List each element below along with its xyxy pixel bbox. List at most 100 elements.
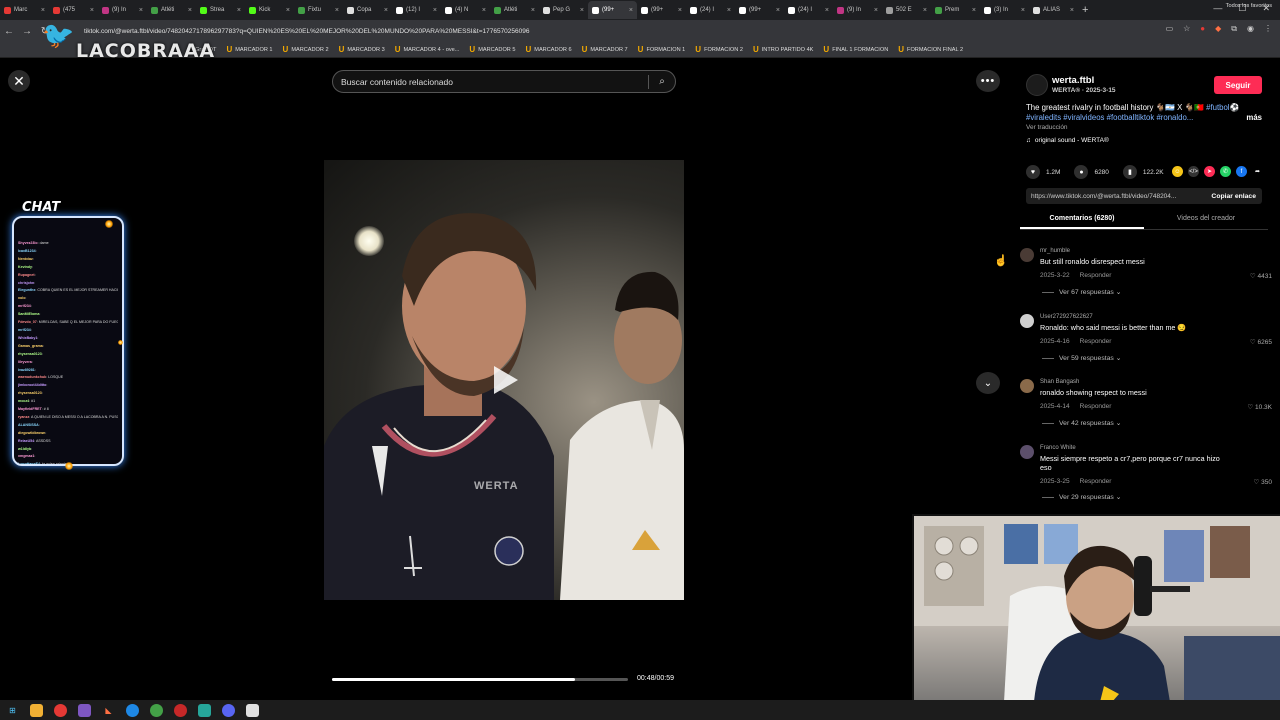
browser-tab[interactable]: (475 × — [49, 1, 98, 19]
browser-tab[interactable]: (9) In × — [833, 1, 882, 19]
comment-likes[interactable]: ♡ 350 — [1254, 478, 1273, 486]
app-icon[interactable] — [174, 703, 187, 717]
close-tab-icon[interactable]: × — [482, 7, 486, 14]
browser-tab[interactable]: (24) I × — [686, 1, 735, 19]
view-replies-button[interactable]: Ver 42 respuestas ⌄ — [1042, 419, 1121, 427]
close-tab-icon[interactable]: × — [629, 7, 633, 14]
close-tab-icon[interactable]: × — [433, 7, 437, 14]
browser-tab[interactable]: Kick × — [245, 1, 294, 19]
browser-tab[interactable]: 502 E × — [882, 1, 931, 19]
close-tab-icon[interactable]: × — [825, 7, 829, 14]
browser-tab[interactable]: Atléti × — [147, 1, 196, 19]
share-icon[interactable]: ➦ — [1252, 166, 1263, 177]
chrome-icon[interactable] — [54, 703, 67, 717]
close-tab-icon[interactable]: × — [286, 7, 290, 14]
bookmark-item[interactable]: U FORMACION 1 — [633, 45, 691, 54]
close-tab-icon[interactable]: × — [874, 7, 878, 14]
app-icon[interactable] — [198, 703, 211, 717]
bookmark-star-icon[interactable]: ☆ — [1183, 24, 1190, 34]
close-tab-icon[interactable]: × — [1070, 7, 1074, 14]
video-progress-bar[interactable] — [332, 678, 628, 681]
close-tab-icon[interactable]: × — [923, 7, 927, 14]
close-tab-icon[interactable]: × — [335, 7, 339, 14]
menu-icon[interactable]: ⋮ — [1264, 24, 1272, 34]
reply-button[interactable]: Responder — [1080, 478, 1112, 485]
minimize-icon[interactable]: — — [1213, 3, 1222, 14]
bookmark-item[interactable]: U FINAL 1 FORMACION — [818, 45, 893, 54]
whatsapp-icon[interactable]: ✆ — [1220, 166, 1231, 177]
bookmark-item[interactable]: U MARCADOR 6 — [521, 45, 577, 54]
commenter-avatar[interactable] — [1020, 248, 1034, 262]
browser-tab[interactable]: Copa × — [343, 1, 392, 19]
author-name[interactable]: werta.ftbl — [1052, 75, 1094, 86]
browser-tab[interactable]: (99+ × — [588, 1, 637, 19]
discord-icon[interactable] — [222, 703, 235, 717]
comment-likes[interactable]: ♡ 6265 — [1250, 338, 1272, 346]
close-tab-icon[interactable]: × — [139, 7, 143, 14]
heart-icon[interactable]: ♥ — [1026, 165, 1040, 179]
browser-tab[interactable]: Atléti × — [490, 1, 539, 19]
browser-tab[interactable]: Marc × — [0, 1, 49, 19]
app-icon[interactable] — [150, 703, 163, 717]
hashtag-link[interactable]: #futbol⚽ — [1206, 103, 1239, 112]
bookmark-item[interactable]: U MARCADOR 7 — [577, 45, 633, 54]
hashtag-links[interactable]: #viraledits #viralvideos #footballtiktok… — [1026, 113, 1193, 122]
bookmark-item[interactable]: U INTRO PARTIDO 4K — [748, 45, 818, 54]
browser-tab[interactable]: Pep G × — [539, 1, 588, 19]
follow-button[interactable]: Seguir — [1214, 76, 1262, 94]
bookmark-item[interactable]: U FORMACION 2 — [690, 45, 748, 54]
browser-tab[interactable]: (3) In × — [980, 1, 1029, 19]
bookmark-item[interactable]: U MARCADOR 1 — [221, 45, 277, 54]
forward-icon[interactable]: → — [18, 26, 36, 37]
browser-tab[interactable]: (99+ × — [637, 1, 686, 19]
app-icon[interactable] — [78, 703, 91, 717]
bookmark-icon[interactable]: ▮ — [1122, 165, 1137, 179]
play-icon[interactable] — [490, 364, 520, 396]
facebook-icon[interactable]: f — [1236, 166, 1247, 177]
sound-link[interactable]: ♫ original sound - WERTA® — [1026, 137, 1109, 144]
close-tab-icon[interactable]: × — [90, 7, 94, 14]
copy-link-button[interactable]: Copiar enlace — [1211, 193, 1262, 200]
tab-creator-videos[interactable]: Videos del creador — [1144, 212, 1268, 229]
browser-tab[interactable]: (4) N × — [441, 1, 490, 19]
close-tab-icon[interactable]: × — [776, 7, 780, 14]
browser-tab[interactable]: (9) In × — [98, 1, 147, 19]
close-tab-icon[interactable]: × — [972, 7, 976, 14]
browser-tab[interactable]: (24) I × — [784, 1, 833, 19]
profile-icon[interactable]: ◉ — [1247, 24, 1254, 34]
close-viewer-button[interactable]: ✕ — [8, 70, 30, 92]
reply-button[interactable]: Responder — [1080, 338, 1112, 345]
commenter-name[interactable]: User272927622627 — [1040, 314, 1093, 320]
commenter-name[interactable]: mr_humble — [1040, 248, 1070, 254]
commenter-name[interactable]: Shan Bangash — [1040, 379, 1079, 385]
app-icon[interactable] — [246, 703, 259, 717]
app-icon[interactable]: ◣ — [102, 704, 115, 717]
cast-icon[interactable]: ▭ — [1166, 24, 1174, 34]
comment-likes[interactable]: ♡ 4431 — [1250, 272, 1272, 280]
reply-button[interactable]: Responder — [1080, 272, 1112, 279]
bookmark-item[interactable]: U MARCADOR 4 - ove... — [390, 45, 465, 54]
back-icon[interactable]: ← — [0, 26, 18, 37]
coin-icon[interactable]: ☺ — [1172, 166, 1183, 177]
bookmark-item[interactable]: U MARCADOR 3 — [334, 45, 390, 54]
extension-icon[interactable]: ● — [1200, 24, 1205, 34]
close-tab-icon[interactable]: × — [41, 7, 45, 14]
commenter-avatar[interactable] — [1020, 445, 1034, 459]
close-tab-icon[interactable]: × — [678, 7, 682, 14]
comment-icon[interactable]: ● — [1074, 165, 1089, 179]
commenter-avatar[interactable] — [1020, 379, 1034, 393]
browser-tab[interactable]: Fixtu × — [294, 1, 343, 19]
browser-tab[interactable]: (12) I × — [392, 1, 441, 19]
file-explorer-icon[interactable] — [30, 703, 43, 717]
all-bookmarks[interactable]: Todos los favoritos — [1226, 3, 1272, 9]
comment-likes[interactable]: ♡ 10.3K — [1247, 403, 1272, 411]
close-tab-icon[interactable]: × — [580, 7, 584, 14]
new-tab-button[interactable]: + — [1082, 4, 1088, 16]
tab-comments[interactable]: Comentarios (6280) — [1020, 212, 1144, 229]
windows-start-icon[interactable]: ⊞ — [6, 704, 19, 717]
search-icon[interactable]: ⌕ — [649, 76, 675, 87]
close-tab-icon[interactable]: × — [188, 7, 192, 14]
close-tab-icon[interactable]: × — [727, 7, 731, 14]
browser-tab[interactable]: Strea × — [196, 1, 245, 19]
search-input[interactable]: Buscar contenido relacionado — [333, 77, 648, 87]
